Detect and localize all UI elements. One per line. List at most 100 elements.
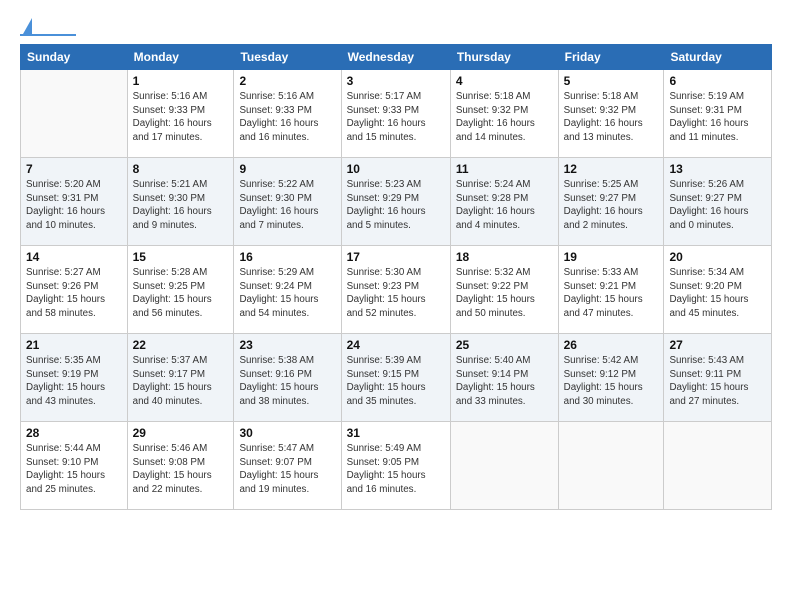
day-info: Sunrise: 5:27 AM Sunset: 9:26 PM Dayligh…	[26, 266, 122, 321]
day-info: Sunrise: 5:39 AM Sunset: 9:15 PM Dayligh…	[347, 354, 445, 409]
day-cell	[664, 422, 772, 510]
day-info: Sunrise: 5:44 AM Sunset: 9:10 PM Dayligh…	[26, 442, 122, 497]
week-row-2: 7 Sunrise: 5:20 AM Sunset: 9:31 PM Daylig…	[21, 158, 772, 246]
day-info: Sunrise: 5:29 AM Sunset: 9:24 PM Dayligh…	[239, 266, 335, 321]
day-info: Sunrise: 5:30 AM Sunset: 9:23 PM Dayligh…	[347, 266, 445, 321]
day-number: 24	[347, 338, 445, 352]
day-info: Sunrise: 5:38 AM Sunset: 9:16 PM Dayligh…	[239, 354, 335, 409]
day-number: 18	[456, 250, 553, 264]
day-info: Sunrise: 5:20 AM Sunset: 9:31 PM Dayligh…	[26, 178, 122, 233]
day-number: 2	[239, 74, 335, 88]
day-info: Sunrise: 5:24 AM Sunset: 9:28 PM Dayligh…	[456, 178, 553, 233]
day-info: Sunrise: 5:16 AM Sunset: 9:33 PM Dayligh…	[239, 90, 335, 145]
day-number: 6	[669, 74, 766, 88]
col-tuesday: Tuesday	[234, 45, 341, 70]
day-number: 28	[26, 426, 122, 440]
day-cell: 23 Sunrise: 5:38 AM Sunset: 9:16 PM Dayli…	[234, 334, 341, 422]
day-info: Sunrise: 5:18 AM Sunset: 9:32 PM Dayligh…	[456, 90, 553, 145]
day-cell: 26 Sunrise: 5:42 AM Sunset: 9:12 PM Dayli…	[558, 334, 664, 422]
day-cell: 27 Sunrise: 5:43 AM Sunset: 9:11 PM Dayli…	[664, 334, 772, 422]
day-info: Sunrise: 5:18 AM Sunset: 9:32 PM Dayligh…	[564, 90, 659, 145]
day-number: 21	[26, 338, 122, 352]
day-cell: 4 Sunrise: 5:18 AM Sunset: 9:32 PM Daylig…	[450, 70, 558, 158]
day-cell: 13 Sunrise: 5:26 AM Sunset: 9:27 PM Dayli…	[664, 158, 772, 246]
day-cell: 31Sunrise: 5:49 AM Sunset: 9:05 PM Dayli…	[341, 422, 450, 510]
day-cell: 20 Sunrise: 5:34 AM Sunset: 9:20 PM Dayli…	[664, 246, 772, 334]
day-info: Sunrise: 5:46 AM Sunset: 9:08 PM Dayligh…	[133, 442, 229, 497]
day-info: Sunrise: 5:23 AM Sunset: 9:29 PM Dayligh…	[347, 178, 445, 233]
col-thursday: Thursday	[450, 45, 558, 70]
day-info: Sunrise: 5:21 AM Sunset: 9:30 PM Dayligh…	[133, 178, 229, 233]
week-row-1: 1Sunrise: 5:16 AM Sunset: 9:33 PM Daylig…	[21, 70, 772, 158]
day-cell: 1Sunrise: 5:16 AM Sunset: 9:33 PM Daylig…	[127, 70, 234, 158]
calendar-table: Sunday Monday Tuesday Wednesday Thursday…	[20, 44, 772, 510]
day-cell	[450, 422, 558, 510]
week-row-5: 28 Sunrise: 5:44 AM Sunset: 9:10 PM Dayli…	[21, 422, 772, 510]
day-cell	[21, 70, 128, 158]
day-cell: 28 Sunrise: 5:44 AM Sunset: 9:10 PM Dayli…	[21, 422, 128, 510]
day-info: Sunrise: 5:26 AM Sunset: 9:27 PM Dayligh…	[669, 178, 766, 233]
header-row: Sunday Monday Tuesday Wednesday Thursday…	[21, 45, 772, 70]
day-number: 20	[669, 250, 766, 264]
week-row-3: 14 Sunrise: 5:27 AM Sunset: 9:26 PM Dayli…	[21, 246, 772, 334]
day-cell: 14 Sunrise: 5:27 AM Sunset: 9:26 PM Dayli…	[21, 246, 128, 334]
day-info: Sunrise: 5:32 AM Sunset: 9:22 PM Dayligh…	[456, 266, 553, 321]
day-cell	[558, 422, 664, 510]
day-number: 25	[456, 338, 553, 352]
day-number: 5	[564, 74, 659, 88]
day-number: 9	[239, 162, 335, 176]
day-info: Sunrise: 5:43 AM Sunset: 9:11 PM Dayligh…	[669, 354, 766, 409]
day-number: 13	[669, 162, 766, 176]
day-info: Sunrise: 5:42 AM Sunset: 9:12 PM Dayligh…	[564, 354, 659, 409]
day-cell: 2 Sunrise: 5:16 AM Sunset: 9:33 PM Daylig…	[234, 70, 341, 158]
day-cell: 9 Sunrise: 5:22 AM Sunset: 9:30 PM Daylig…	[234, 158, 341, 246]
day-number: 7	[26, 162, 122, 176]
day-cell: 16Sunrise: 5:29 AM Sunset: 9:24 PM Dayli…	[234, 246, 341, 334]
day-info: Sunrise: 5:34 AM Sunset: 9:20 PM Dayligh…	[669, 266, 766, 321]
day-info: Sunrise: 5:49 AM Sunset: 9:05 PM Dayligh…	[347, 442, 445, 497]
col-wednesday: Wednesday	[341, 45, 450, 70]
day-number: 30	[239, 426, 335, 440]
day-cell: 12Sunrise: 5:25 AM Sunset: 9:27 PM Dayli…	[558, 158, 664, 246]
day-info: Sunrise: 5:35 AM Sunset: 9:19 PM Dayligh…	[26, 354, 122, 409]
day-info: Sunrise: 5:17 AM Sunset: 9:33 PM Dayligh…	[347, 90, 445, 145]
day-cell: 5 Sunrise: 5:18 AM Sunset: 9:32 PM Daylig…	[558, 70, 664, 158]
day-number: 12	[564, 162, 659, 176]
day-cell: 17 Sunrise: 5:30 AM Sunset: 9:23 PM Dayli…	[341, 246, 450, 334]
day-cell: 6Sunrise: 5:19 AM Sunset: 9:31 PM Daylig…	[664, 70, 772, 158]
day-number: 14	[26, 250, 122, 264]
day-cell: 3 Sunrise: 5:17 AM Sunset: 9:33 PM Daylig…	[341, 70, 450, 158]
day-cell: 18 Sunrise: 5:32 AM Sunset: 9:22 PM Dayli…	[450, 246, 558, 334]
logo-triangle-icon	[23, 18, 32, 34]
col-friday: Friday	[558, 45, 664, 70]
day-number: 3	[347, 74, 445, 88]
day-info: Sunrise: 5:37 AM Sunset: 9:17 PM Dayligh…	[133, 354, 229, 409]
col-saturday: Saturday	[664, 45, 772, 70]
day-number: 23	[239, 338, 335, 352]
day-number: 17	[347, 250, 445, 264]
day-number: 10	[347, 162, 445, 176]
day-number: 15	[133, 250, 229, 264]
day-cell: 29 Sunrise: 5:46 AM Sunset: 9:08 PM Dayli…	[127, 422, 234, 510]
day-cell: 22Sunrise: 5:37 AM Sunset: 9:17 PM Dayli…	[127, 334, 234, 422]
day-cell: 19 Sunrise: 5:33 AM Sunset: 9:21 PM Dayli…	[558, 246, 664, 334]
day-cell: 30Sunrise: 5:47 AM Sunset: 9:07 PM Dayli…	[234, 422, 341, 510]
day-cell: 7 Sunrise: 5:20 AM Sunset: 9:31 PM Daylig…	[21, 158, 128, 246]
day-number: 19	[564, 250, 659, 264]
day-number: 26	[564, 338, 659, 352]
day-info: Sunrise: 5:40 AM Sunset: 9:14 PM Dayligh…	[456, 354, 553, 409]
day-cell: 10 Sunrise: 5:23 AM Sunset: 9:29 PM Dayli…	[341, 158, 450, 246]
week-row-4: 21 Sunrise: 5:35 AM Sunset: 9:19 PM Dayli…	[21, 334, 772, 422]
day-cell: 21 Sunrise: 5:35 AM Sunset: 9:19 PM Dayli…	[21, 334, 128, 422]
day-info: Sunrise: 5:22 AM Sunset: 9:30 PM Dayligh…	[239, 178, 335, 233]
day-number: 8	[133, 162, 229, 176]
day-number: 4	[456, 74, 553, 88]
day-cell: 25 Sunrise: 5:40 AM Sunset: 9:14 PM Dayli…	[450, 334, 558, 422]
day-number: 11	[456, 162, 553, 176]
day-number: 29	[133, 426, 229, 440]
day-number: 27	[669, 338, 766, 352]
col-sunday: Sunday	[21, 45, 128, 70]
day-info: Sunrise: 5:33 AM Sunset: 9:21 PM Dayligh…	[564, 266, 659, 321]
logo-underline	[20, 34, 76, 36]
day-cell: 15Sunrise: 5:28 AM Sunset: 9:25 PM Dayli…	[127, 246, 234, 334]
